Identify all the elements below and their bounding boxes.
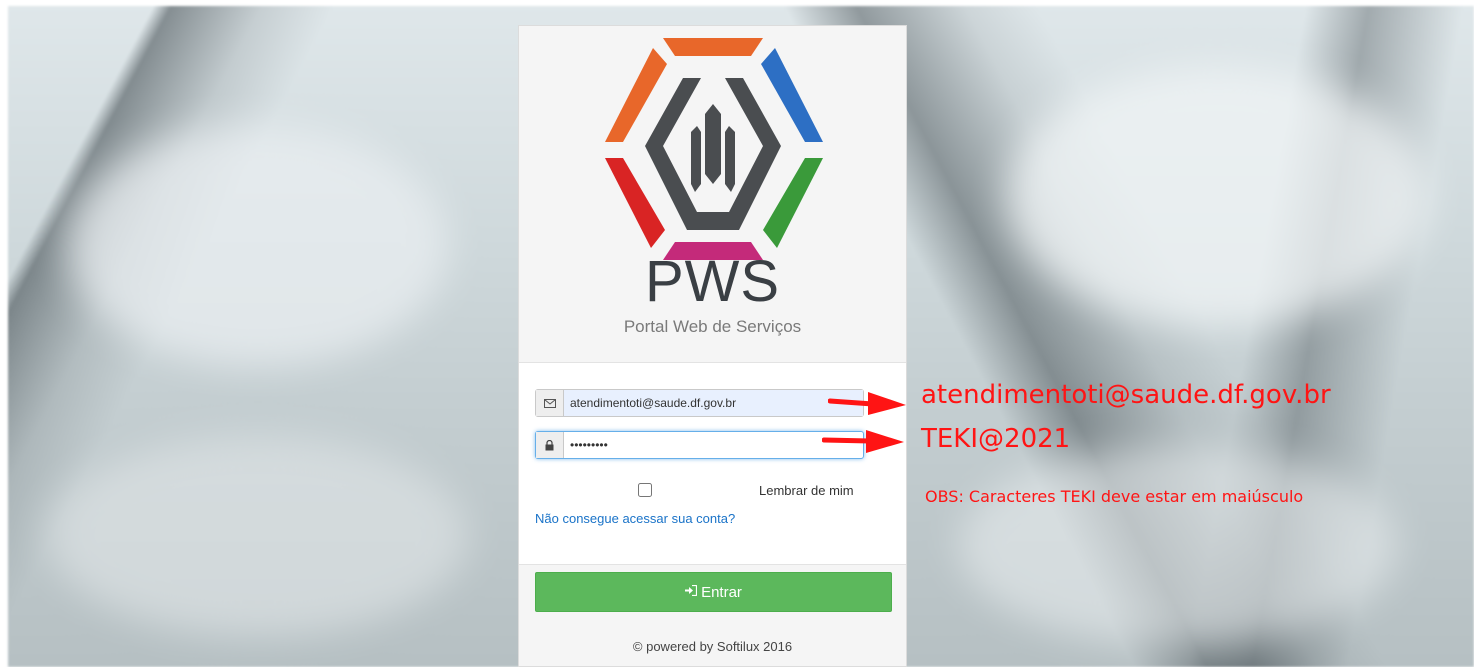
- envelope-icon: [536, 390, 564, 416]
- brand-name: PWS: [644, 249, 781, 314]
- sign-in-icon: [685, 584, 698, 599]
- email-annotation: atendimentoti@saude.df.gov.br: [921, 380, 1331, 410]
- footer-credit: © powered by Softilux 2016: [632, 639, 793, 654]
- pws-logo-icon: [605, 38, 823, 260]
- remember-me-label: Lembrar de mim: [759, 483, 854, 498]
- submit-label: Entrar: [701, 583, 742, 601]
- email-field: [535, 389, 864, 417]
- lock-icon: [536, 432, 564, 458]
- password-arrow-icon: [822, 430, 904, 453]
- password-field: [535, 431, 864, 459]
- password-annotation: TEKI@2021: [921, 424, 1071, 454]
- email-input[interactable]: [564, 390, 863, 416]
- obs-annotation: OBS: Caracteres TEKI deve estar em maiús…: [925, 487, 1304, 506]
- email-arrow-icon: [828, 392, 906, 415]
- submit-button[interactable]: Entrar: [535, 572, 892, 612]
- brand-subtitle: Portal Web de Serviços: [623, 317, 802, 336]
- forgot-account-link[interactable]: Não consegue acessar sua conta?: [535, 511, 735, 526]
- remember-me-checkbox[interactable]: [638, 483, 652, 497]
- login-card: PWS Portal Web de Serviços Lembrar de mi…: [518, 25, 907, 667]
- password-input[interactable]: [564, 432, 863, 458]
